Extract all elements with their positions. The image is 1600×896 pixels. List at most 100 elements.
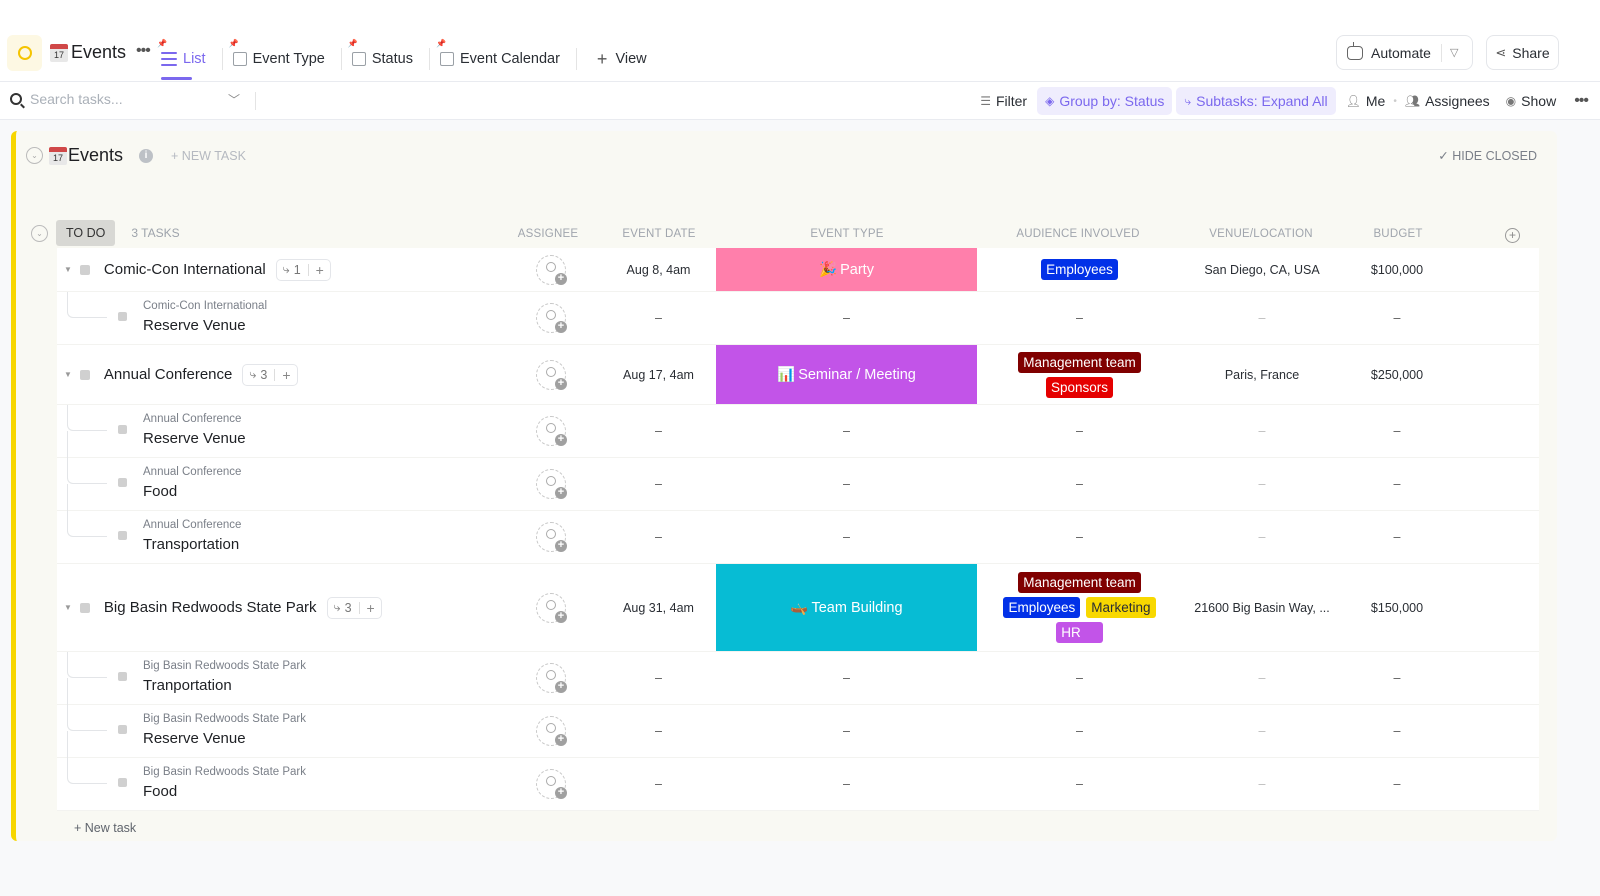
event-type-cell[interactable]: – — [716, 511, 977, 563]
tab-list[interactable]: 📌 List — [155, 36, 218, 82]
subtask-name[interactable]: Food — [143, 783, 177, 800]
venue-location[interactable]: Paris, France — [1177, 345, 1347, 404]
subtask-name[interactable]: Food — [143, 483, 177, 500]
subtask-row[interactable]: Comic-Con InternationalReserve Venue––––… — [57, 292, 1539, 345]
audience-cell[interactable]: Management team Employees Marketing HR — [992, 564, 1167, 651]
add-assignee-icon[interactable] — [536, 716, 567, 746]
column-header-assignee[interactable]: ASSIGNEE — [518, 228, 578, 240]
event-type-cell[interactable]: – — [716, 458, 977, 510]
budget[interactable]: – — [1347, 292, 1447, 344]
share-button[interactable]: ⋖ Share — [1486, 35, 1559, 70]
audience-cell[interactable]: – — [992, 458, 1167, 510]
event-type-cell[interactable]: – — [716, 405, 977, 457]
audience-cell[interactable]: – — [992, 758, 1167, 810]
status-square-icon[interactable] — [118, 778, 127, 787]
subtask-row[interactable]: Annual ConferenceReserve Venue––––– — [57, 405, 1539, 458]
audience-cell[interactable]: Management team Sponsors — [992, 345, 1167, 404]
add-subtask-icon[interactable]: + — [282, 367, 290, 383]
status-badge[interactable]: TO DO — [56, 220, 116, 246]
assignees-button[interactable]: 👥︎ Assignees — [1397, 87, 1498, 115]
audience-cell[interactable]: – — [992, 292, 1167, 344]
task-row[interactable]: ▼Annual Conference⤷3+Aug 17, 4am📊Seminar… — [57, 345, 1539, 405]
event-date[interactable]: – — [611, 292, 706, 344]
chevron-down-icon[interactable]: ▽ — [1450, 46, 1458, 59]
space-icon[interactable] — [7, 35, 42, 71]
venue-location[interactable]: – — [1177, 705, 1347, 757]
status-square-icon[interactable] — [118, 672, 127, 681]
budget[interactable]: – — [1347, 511, 1447, 563]
budget[interactable]: – — [1347, 458, 1447, 510]
task-name[interactable]: Annual Conference — [104, 366, 232, 383]
add-assignee-icon[interactable] — [536, 416, 567, 446]
tab-event-type[interactable]: 📌 Event Type — [227, 36, 337, 82]
budget[interactable]: $150,000 — [1347, 564, 1447, 651]
status-square-icon[interactable] — [118, 312, 127, 321]
tab-event-calendar[interactable]: 📌 Event Calendar — [434, 36, 572, 82]
audience-cell[interactable]: – — [992, 511, 1167, 563]
status-square-icon[interactable] — [118, 531, 127, 540]
event-type-cell[interactable]: – — [716, 652, 977, 704]
venue-location[interactable]: – — [1177, 405, 1347, 457]
event-date[interactable]: – — [611, 511, 706, 563]
event-type-cell[interactable]: 📊 Seminar / Meeting — [716, 345, 977, 404]
budget[interactable]: – — [1347, 652, 1447, 704]
column-header-event-date[interactable]: EVENT DATE — [622, 228, 695, 240]
budget[interactable]: – — [1347, 705, 1447, 757]
more-options-icon[interactable]: ••• — [136, 42, 151, 60]
event-date[interactable]: – — [611, 458, 706, 510]
status-square-icon[interactable] — [118, 725, 127, 734]
add-assignee-icon[interactable] — [536, 522, 567, 552]
event-date[interactable]: – — [611, 405, 706, 457]
collapse-icon[interactable]: ⌄ — [26, 147, 43, 164]
add-assignee-icon[interactable] — [536, 360, 567, 390]
hide-closed-button[interactable]: ✓ HIDE CLOSED — [1438, 148, 1537, 163]
new-task-button[interactable]: + NEW TASK — [171, 149, 246, 163]
budget[interactable]: – — [1347, 405, 1447, 457]
audience-cell[interactable]: – — [992, 405, 1167, 457]
venue-location[interactable]: – — [1177, 458, 1347, 510]
subtask-name[interactable]: Transportation — [143, 536, 239, 553]
collapse-icon[interactable]: ⌄ — [31, 224, 48, 242]
add-assignee-icon[interactable] — [536, 469, 567, 499]
subtask-row[interactable]: Big Basin Redwoods State Park Reserve Ven… — [57, 678, 1539, 758]
add-subtask-icon[interactable]: + — [367, 600, 375, 616]
caret-down-icon[interactable]: ▼ — [64, 603, 72, 612]
page-title[interactable]: 17 Events — [50, 42, 126, 63]
task-row[interactable]: ▼ Big Basin Redwoods State Park ⤷3 + Aug 31,… — [57, 564, 1539, 652]
venue-location[interactable]: – — [1177, 758, 1347, 810]
subtask-row[interactable]: Big Basin Redwoods State ParkFood––––– — [57, 731, 1539, 811]
subtask-count-badge[interactable]: ⤷ 1 + — [275, 258, 331, 281]
column-header-budget[interactable]: BUDGET — [1373, 228, 1422, 240]
column-header-venue[interactable]: VENUE/LOCATION — [1209, 228, 1313, 240]
add-column-icon[interactable]: + — [1505, 228, 1520, 243]
venue-location[interactable]: San Diego, CA, USA — [1177, 248, 1347, 291]
search-input[interactable]: Search tasks... — [10, 91, 123, 107]
status-square-icon[interactable] — [118, 425, 127, 434]
add-subtask-icon[interactable]: + — [316, 262, 324, 278]
budget[interactable]: $100,000 — [1347, 248, 1447, 291]
subtask-name[interactable]: Reserve Venue — [143, 730, 246, 747]
new-task-button[interactable]: + New task — [74, 821, 136, 835]
venue-location[interactable]: – — [1177, 652, 1347, 704]
subtasks-button[interactable]: ⤷ Subtasks: Expand All — [1176, 87, 1336, 115]
subtask-name[interactable]: Reserve Venue — [143, 430, 246, 447]
add-assignee-icon[interactable] — [536, 255, 567, 285]
event-type-cell[interactable]: – — [716, 705, 977, 757]
subtask-row[interactable]: Annual ConferenceTransportation––––– — [57, 484, 1539, 564]
chevron-down-icon[interactable]: ﹀ — [228, 91, 240, 108]
automate-button[interactable]: Automate ▽ — [1336, 35, 1473, 70]
subtask-count-badge[interactable]: ⤷ 3 + — [242, 363, 298, 386]
subtask-row[interactable]: Big Basin Redwoods State Park Tranportati… — [57, 652, 1539, 705]
subtask-row[interactable]: Annual ConferenceFood––––– — [57, 431, 1539, 511]
tab-status[interactable]: 📌 Status — [346, 36, 425, 82]
subtask-count-badge[interactable]: ⤷ 3 + — [326, 596, 382, 619]
status-square-icon[interactable] — [118, 478, 127, 487]
caret-down-icon[interactable]: ▼ — [64, 370, 72, 379]
group-by-button[interactable]: ◈ Group by: Status — [1037, 87, 1173, 115]
me-button[interactable]: 👤︎ Me — [1338, 87, 1394, 115]
filter-button[interactable]: ☰ Filter — [972, 87, 1035, 115]
event-date[interactable]: – — [611, 652, 706, 704]
task-name[interactable]: Comic-Con International — [104, 261, 266, 278]
audience-cell[interactable]: – — [992, 705, 1167, 757]
status-square-icon[interactable] — [79, 264, 90, 275]
